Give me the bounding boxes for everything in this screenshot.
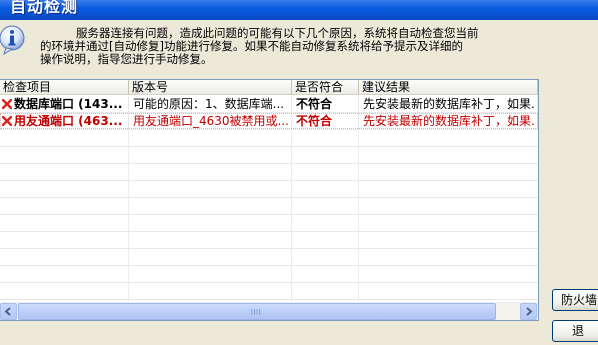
empty-row	[0, 181, 538, 198]
cell-item: 用友通端口 (463...	[0, 113, 129, 129]
empty-row	[0, 164, 538, 181]
empty-row	[0, 215, 538, 232]
column-header-match[interactable]: 是否符合	[292, 80, 359, 95]
cell-item: 数据库端口 (143...	[0, 96, 129, 112]
cell-suggestion: 先安装最新的数据库补丁，如果.	[359, 96, 538, 112]
empty-row	[0, 147, 538, 164]
cell-version: 用友通端口_4630被禁用或...	[129, 113, 292, 129]
empty-row	[0, 232, 538, 249]
error-x-icon	[2, 116, 12, 126]
table-row[interactable]: 数据库端口 (143... 可能的原因：1、数据库端... 不符合 先安装最新的…	[0, 96, 538, 113]
scroll-right-button[interactable]	[520, 303, 537, 320]
list-header: 检查项目 版本号 是否符合 建议结果	[0, 80, 538, 96]
chevron-left-icon	[4, 307, 11, 316]
cell-match: 不符合	[292, 96, 359, 112]
firewall-button[interactable]: 防火墙	[552, 289, 598, 311]
info-icon	[0, 25, 25, 55]
cell-item-text: 用友通端口 (463...	[14, 114, 123, 128]
error-x-icon	[2, 99, 12, 109]
scroll-thumb[interactable]	[18, 303, 496, 320]
empty-row	[0, 249, 538, 266]
column-header-version[interactable]: 版本号	[129, 80, 292, 95]
empty-row	[0, 198, 538, 215]
empty-row	[0, 130, 538, 147]
empty-row	[0, 266, 538, 283]
grip-icon	[251, 309, 260, 315]
scroll-left-button[interactable]	[0, 303, 17, 320]
cell-suggestion: 先安装最新的数据库补丁，如果.	[359, 113, 538, 129]
chevron-right-icon	[526, 307, 533, 316]
check-results-list[interactable]: 检查项目 版本号 是否符合 建议结果 数据库端口 (143... 可能的原因：1…	[0, 79, 539, 321]
column-header-suggestion[interactable]: 建议结果	[359, 80, 538, 95]
title-bar[interactable]: 自动检测	[0, 0, 598, 20]
cell-match: 不符合	[292, 113, 359, 129]
empty-row	[0, 283, 538, 300]
column-header-item[interactable]: 检查项目	[0, 80, 129, 95]
window-title: 自动检测	[10, 0, 79, 16]
cell-item-text: 数据库端口 (143...	[14, 97, 123, 111]
exit-button[interactable]: 退	[552, 320, 598, 342]
message-text: 服务器连接有问题，造成此问题的可能有以下几个原因，系统将自动检查您当前 的环境并…	[40, 27, 540, 66]
table-row[interactable]: 用友通端口 (463... 用友通端口_4630被禁用或... 不符合 先安装最…	[0, 113, 538, 130]
horizontal-scrollbar[interactable]	[0, 302, 538, 320]
cell-version: 可能的原因：1、数据库端...	[129, 96, 292, 112]
message-line-3: 操作说明，指导您进行手动修复。	[40, 52, 213, 66]
